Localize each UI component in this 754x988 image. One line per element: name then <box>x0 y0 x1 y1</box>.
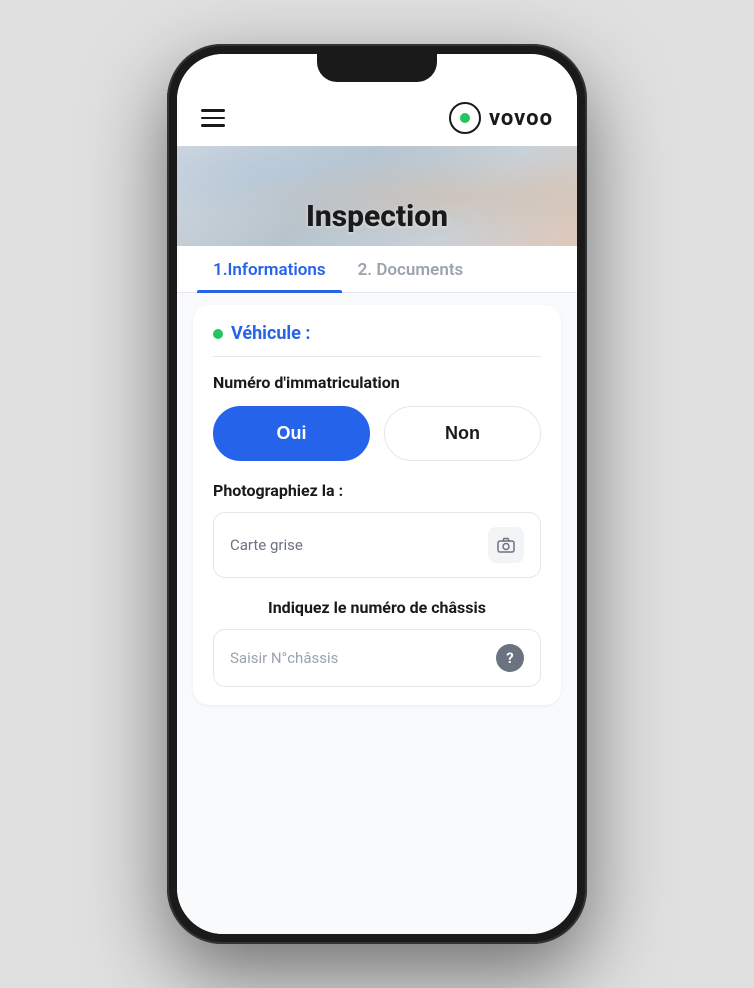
hero-image: Inspection <box>177 146 577 246</box>
photo-label: Photographiez la : <box>213 481 541 500</box>
logo-area: vovoo <box>449 102 553 134</box>
photo-input[interactable]: Carte grise <box>213 512 541 578</box>
phone-screen: vovoo Inspection 1.Informations 2. Docum… <box>177 54 577 934</box>
logo-icon <box>449 102 481 134</box>
non-button[interactable]: Non <box>384 406 541 461</box>
notch <box>317 54 437 82</box>
section-title: Véhicule : <box>213 323 541 357</box>
menu-button[interactable] <box>201 109 225 127</box>
chassis-placeholder: Saisir N°châssis <box>230 649 338 667</box>
chassis-label: Indiquez le numéro de châssis <box>213 598 541 617</box>
photo-placeholder: Carte grise <box>230 536 303 554</box>
tab-informations[interactable]: 1.Informations <box>197 246 342 292</box>
help-icon[interactable]: ? <box>496 644 524 672</box>
content-area: Véhicule : Numéro d'immatriculation Oui … <box>177 293 577 934</box>
chassis-input[interactable]: Saisir N°châssis ? <box>213 629 541 687</box>
page-title: Inspection <box>177 199 577 234</box>
phone-frame: vovoo Inspection 1.Informations 2. Docum… <box>0 0 754 988</box>
immatriculation-label: Numéro d'immatriculation <box>213 373 541 392</box>
camera-icon <box>488 527 524 563</box>
section-title-text: Véhicule : <box>231 323 310 344</box>
phone-body: vovoo Inspection 1.Informations 2. Docum… <box>167 44 587 944</box>
toggle-group: Oui Non <box>213 406 541 461</box>
logo-text: vovoo <box>489 106 553 131</box>
section-dot <box>213 329 223 339</box>
oui-button[interactable]: Oui <box>213 406 370 461</box>
vehicule-section: Véhicule : Numéro d'immatriculation Oui … <box>193 305 561 705</box>
tab-documents[interactable]: 2. Documents <box>342 246 480 292</box>
tab-bar: 1.Informations 2. Documents <box>177 246 577 293</box>
